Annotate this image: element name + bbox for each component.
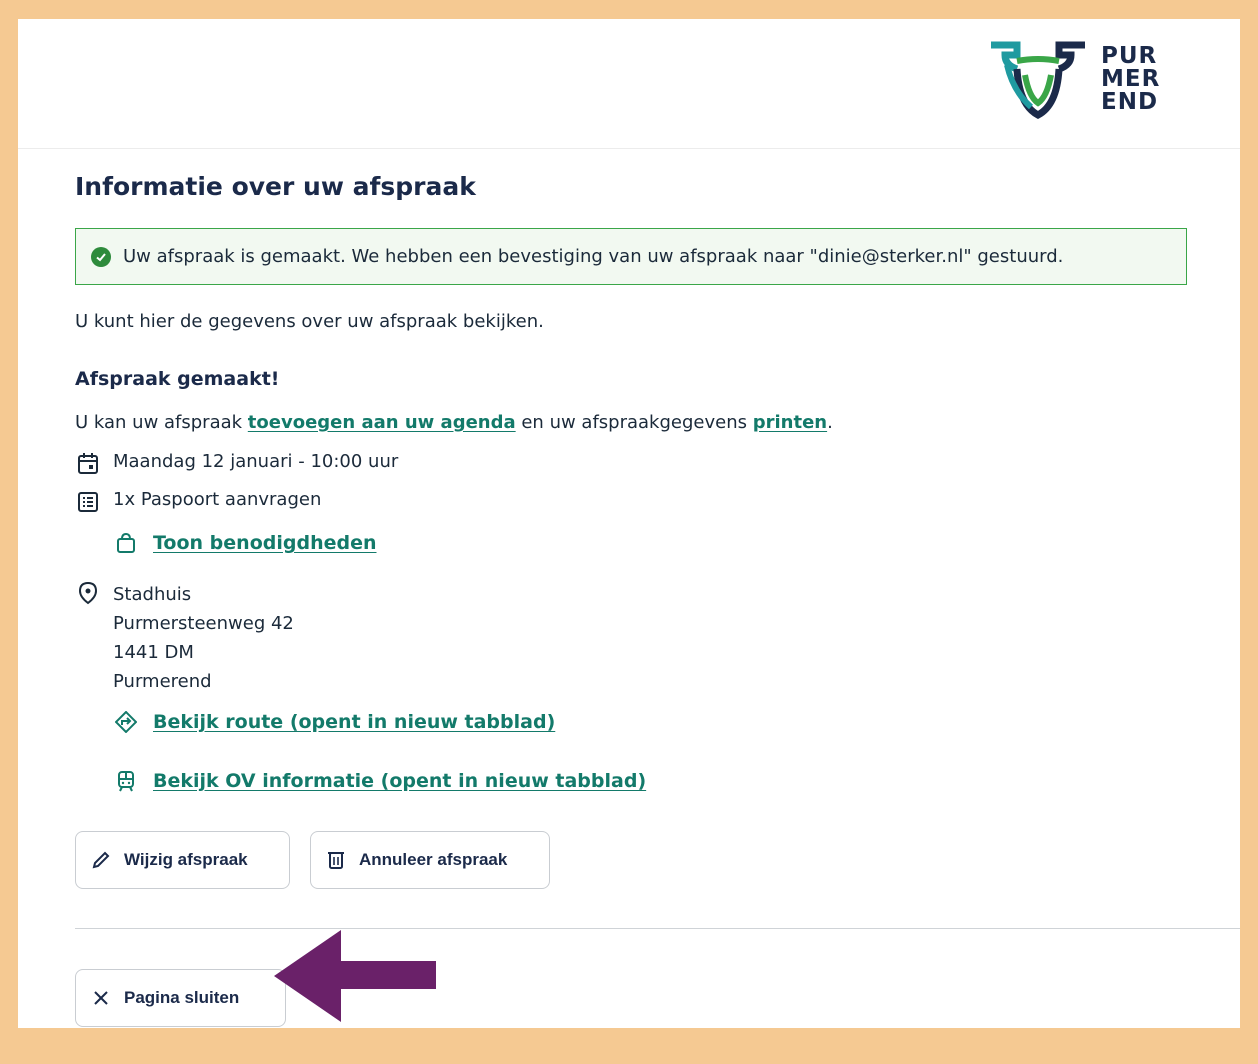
location-city: Purmerend (113, 671, 212, 692)
requirements-row: Toon benodigdheden (115, 532, 377, 554)
arrow-pointer-icon (274, 930, 436, 1022)
appointment-date-row: Maandag 12 januari - 10:00 uur (75, 451, 398, 477)
confirmation-heading: Afspraak gemaakt! (75, 368, 280, 390)
show-requirements-link[interactable]: Toon benodigdheden (153, 532, 377, 554)
map-pin-icon (78, 581, 98, 605)
success-alert: Uw afspraak is gemaakt. We hebben een be… (75, 228, 1187, 285)
appointment-date: Maandag 12 januari - 10:00 uur (113, 451, 399, 472)
print-link[interactable]: printen (753, 412, 827, 433)
location-postcode: 1441 DM (113, 642, 194, 663)
product-row: 1x Paspoort aanvragen (75, 489, 321, 515)
train-icon (118, 771, 134, 792)
cancel-appointment-button[interactable]: Annuleer afspraak (310, 831, 550, 889)
route-icon (115, 711, 137, 733)
address-block: Stadhuis Purmersteenweg 42 1441 DM Purme… (113, 580, 294, 696)
pencil-icon (92, 851, 110, 869)
agenda-print-line: U kan uw afspraak toevoegen aan uw agend… (75, 412, 833, 433)
page-title: Informatie over uw afspraak (75, 172, 476, 201)
bag-icon (117, 532, 135, 553)
edit-appointment-button[interactable]: Wijzig afspraak (75, 831, 290, 889)
divider (75, 928, 1240, 929)
purmerend-logo[interactable]: PUR MER END (983, 35, 1173, 125)
close-icon (94, 991, 108, 1005)
close-page-button[interactable]: Pagina sluiten (75, 969, 286, 1027)
location-street: Purmersteenweg 42 (113, 613, 294, 634)
intro-text: U kunt hier de gegevens over uw afspraak… (75, 311, 544, 332)
location-name: Stadhuis (113, 584, 192, 605)
ov-info-link[interactable]: Bekijk OV informatie (opent in nieuw tab… (153, 770, 646, 792)
ov-row: Bekijk OV informatie (opent in nieuw tab… (115, 770, 646, 792)
trash-icon (328, 852, 344, 869)
calendar-icon (78, 453, 98, 474)
header: PUR MER END (18, 19, 1240, 149)
product-name: 1x Paspoort aanvragen (113, 489, 322, 510)
route-row: Bekijk route (opent in nieuw tabblad) (115, 711, 555, 733)
logo-text: PUR MER END (1101, 43, 1161, 115)
page-container: PUR MER END Informatie over uw afspraak … (18, 19, 1240, 1028)
location-row: Stadhuis Purmersteenweg 42 1441 DM Purme… (75, 580, 294, 696)
alert-message: Uw afspraak is gemaakt. We hebben een be… (123, 246, 1064, 267)
check-circle-icon (91, 246, 111, 267)
add-to-calendar-link[interactable]: toevoegen aan uw agenda (248, 412, 516, 433)
logo-mark-icon (991, 41, 1085, 119)
route-link[interactable]: Bekijk route (opent in nieuw tabblad) (153, 711, 555, 733)
list-icon (78, 492, 98, 512)
